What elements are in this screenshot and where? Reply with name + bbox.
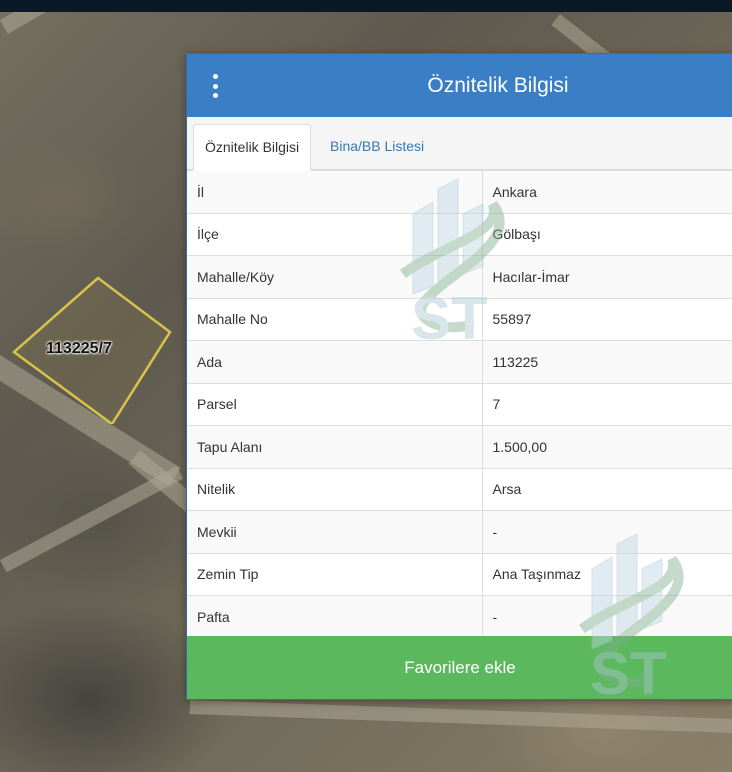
table-row: Mahalle No 55897 <box>187 297 732 341</box>
attribute-value: Ana Taşınmaz <box>482 552 732 596</box>
table-row: İlçe Gölbaşı <box>187 212 732 256</box>
attribute-value: 55897 <box>482 297 732 341</box>
attribute-panel: Öznitelik Bilgisi Öznitelik Bilgisi Bina… <box>186 53 732 707</box>
attribute-key: Tapu Alanı <box>187 425 483 468</box>
attribute-value: 7 <box>482 382 732 426</box>
table-row: Mahalle/Köy Hacılar-İmar <box>187 255 732 298</box>
attribute-table: İl Ankara İlçe Gölbaşı Mahalle/Köy Hacılar-İm… <box>187 170 732 638</box>
attribute-value: - <box>482 595 732 638</box>
table-row: Pafta - <box>187 595 732 638</box>
attribute-key: Mevkii <box>187 510 483 553</box>
attribute-value: 113225 <box>482 340 732 383</box>
attribute-value: Arsa <box>482 467 732 511</box>
road <box>189 700 732 734</box>
attribute-key: Mahalle/Köy <box>187 255 483 298</box>
table-row: Mevkii - <box>187 510 732 553</box>
attribute-value: Ankara <box>482 170 732 213</box>
parcel-label: 113225/7 <box>46 340 112 357</box>
table-row: Nitelik Arsa <box>187 467 732 511</box>
attribute-key: Parsel <box>187 382 483 426</box>
tab-bar: Öznitelik Bilgisi Bina/BB Listesi <box>187 117 732 171</box>
table-row: İl Ankara <box>187 170 732 213</box>
table-row: Tapu Alanı 1.500,00 <box>187 425 732 468</box>
attribute-key: Pafta <box>187 595 483 638</box>
attribute-value: Gölbaşı <box>482 212 732 256</box>
attribute-key: Ada <box>187 340 483 383</box>
attribute-key: İlçe <box>187 212 483 256</box>
attribute-value: 1.500,00 <box>482 425 732 468</box>
attribute-key: Nitelik <box>187 467 483 511</box>
attribute-key: Mahalle No <box>187 297 483 341</box>
table-row: Ada 113225 <box>187 340 732 383</box>
attribute-key: Zemin Tip <box>187 552 483 596</box>
table-row: Zemin Tip Ana Taşınmaz <box>187 552 732 596</box>
attribute-value: Hacılar-İmar <box>482 255 732 298</box>
road <box>0 466 184 573</box>
panel-title: Öznitelik Bilgisi <box>427 74 569 97</box>
attribute-key: İl <box>187 170 483 213</box>
add-to-favorites-button[interactable]: Favorilere ekle <box>187 636 732 699</box>
tab-attribute-info[interactable]: Öznitelik Bilgisi <box>193 124 312 171</box>
table-row: Parsel 7 <box>187 382 732 426</box>
tab-building-list[interactable]: Bina/BB Listesi <box>319 124 435 169</box>
top-bar <box>0 0 732 12</box>
attribute-value: - <box>482 510 732 553</box>
panel-header: Öznitelik Bilgisi <box>187 54 732 117</box>
